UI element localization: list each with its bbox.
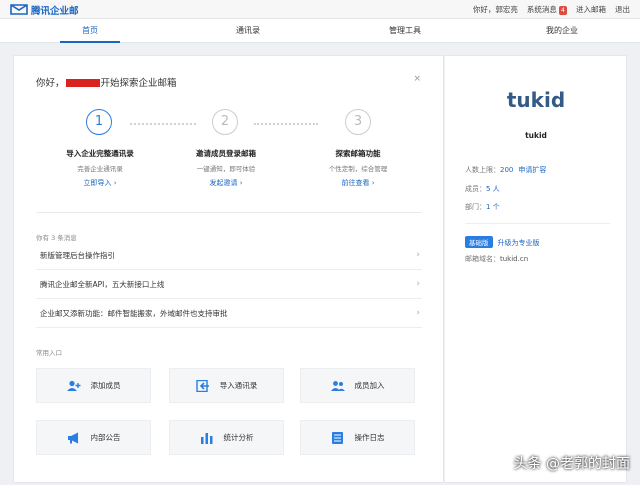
members-value[interactable]: 5 人 <box>486 185 500 193</box>
top-links: 你好，郭宏亮 系统消息 4 进入邮箱 退出 <box>473 4 630 15</box>
divider <box>465 223 610 224</box>
divider <box>36 212 422 213</box>
domain-value: tukid.cn <box>500 255 529 263</box>
member-limit-label: 人数上限： <box>465 166 500 174</box>
statistics-shortcut[interactable]: 统计分析 <box>169 420 284 455</box>
message-text: 企业邮又添新功能：邮件智能搬家，外域邮件也支持审批 <box>40 309 228 318</box>
plan-badge: 基础版 <box>465 236 493 248</box>
departments-value[interactable]: 1 个 <box>486 203 500 211</box>
message-text: 腾讯企业邮全新API，五大新接口上线 <box>40 280 165 289</box>
tab-home[interactable]: 首页 <box>60 19 120 43</box>
tab-my-company[interactable]: 我的企业 <box>532 19 592 43</box>
upgrade-link[interactable]: 升级为专业版 <box>498 239 540 247</box>
import-contacts-shortcut[interactable]: 导入通讯录 <box>169 368 284 403</box>
shortcut-label: 成员加入 <box>354 381 385 390</box>
main-nav: 首页 通讯录 管理工具 我的企业 <box>0 19 640 43</box>
system-messages-label: 系统消息 <box>526 5 557 14</box>
departments-row: 部门：1 个 <box>465 202 500 212</box>
logo-text: 腾讯企业邮 <box>31 5 79 17</box>
import-contacts-icon <box>196 379 209 392</box>
greeting-prefix: 你好， <box>36 78 65 89</box>
step-1-desc: 完善企业通讯录 <box>77 165 123 173</box>
log-list-icon <box>331 431 343 444</box>
shortcut-label: 内部公告 <box>90 433 121 442</box>
envelope-logo-icon <box>10 4 28 15</box>
apply-expansion-link[interactable]: 申请扩容 <box>518 166 546 174</box>
message-item[interactable]: 新版管理后台操作指引 › <box>36 242 422 270</box>
chevron-right-icon: › <box>416 250 420 260</box>
message-item[interactable]: 腾讯企业邮全新API，五大新接口上线 › <box>36 271 422 299</box>
message-text: 新版管理后台操作指引 <box>40 251 115 260</box>
redacted-name <box>65 79 100 87</box>
members-join-shortcut[interactable]: 成员加入 <box>300 368 415 403</box>
user-greeting: 你好，郭宏亮 <box>472 5 518 14</box>
step-1-title: 导入企业完整通讯录 <box>66 149 134 158</box>
step-3-title: 探索邮箱功能 <box>335 149 381 158</box>
shortcut-label: 统计分析 <box>223 433 254 442</box>
step-2-circle: 2 <box>212 109 238 135</box>
operation-log-shortcut[interactable]: 操作日志 <box>300 420 415 455</box>
company-info-panel: tukid tukid 人数上限：200 申请扩容 成员：5 人 部门：1 个 基… <box>445 55 627 483</box>
import-now-link[interactable]: 立即导入 › <box>45 178 155 188</box>
go-view-link[interactable]: 前往查看 › <box>303 178 413 188</box>
system-messages-link[interactable]: 系统消息 4 <box>527 4 567 15</box>
enter-mailbox-link[interactable]: 进入邮箱 <box>576 4 606 15</box>
message-item[interactable]: 企业邮又添新功能：邮件智能搬家，外域邮件也支持审批 › <box>36 300 422 328</box>
members-join-icon <box>330 380 345 391</box>
step-connector <box>254 123 318 125</box>
domain-label: 邮箱域名： <box>465 255 500 263</box>
plan-row: 基础版 升级为专业版 <box>465 236 540 248</box>
megaphone-icon <box>67 432 78 443</box>
logo[interactable]: 腾讯企业邮 <box>10 3 79 17</box>
step-connector <box>130 123 196 125</box>
greeting-suffix: 开始探索企业邮箱 <box>100 78 177 89</box>
company-name: tukid <box>525 131 547 140</box>
add-user-icon <box>66 380 80 391</box>
close-icon[interactable]: × <box>413 74 421 84</box>
messages-count-label: 你有 3 条消息 <box>36 234 77 242</box>
company-logo-text: tukid <box>506 88 566 112</box>
departments-label: 部门： <box>465 203 486 211</box>
welcome-heading: 你好， 开始探索企业邮箱 <box>36 75 177 89</box>
member-limit-row: 人数上限：200 申请扩容 <box>465 165 546 175</box>
send-invite-link[interactable]: 发起邀请 › <box>171 178 281 188</box>
member-limit-value: 200 <box>500 166 514 174</box>
bar-chart-icon <box>200 432 212 444</box>
add-member-shortcut[interactable]: 添加成员 <box>36 368 151 403</box>
system-messages-badge: 4 <box>558 6 567 15</box>
main-panel: 你好， 开始探索企业邮箱 × 1 2 3 导入企业完整通讯录 完善企业通讯录 立即… <box>13 55 444 483</box>
top-bar: 腾讯企业邮 你好，郭宏亮 系统消息 4 进入邮箱 退出 <box>0 0 640 19</box>
chevron-right-icon: › <box>416 279 420 289</box>
domain-row: 邮箱域名：tukid.cn <box>465 254 528 264</box>
logout-link[interactable]: 退出 <box>615 4 630 15</box>
chevron-right-icon: › <box>416 308 420 318</box>
announcements-shortcut[interactable]: 内部公告 <box>36 420 151 455</box>
step-2-title: 邀请成员登录邮箱 <box>196 149 256 158</box>
shortcuts-label: 常用入口 <box>36 349 62 357</box>
step-1-circle: 1 <box>86 109 112 135</box>
step-2-desc: 一键通知，即可体验 <box>196 165 256 173</box>
members-row: 成员：5 人 <box>465 184 500 194</box>
step-3-desc: 个性定制，综合管理 <box>328 165 388 173</box>
step-3-circle: 3 <box>345 109 371 135</box>
shortcut-label: 添加成员 <box>90 381 121 390</box>
members-label: 成员： <box>465 185 486 193</box>
shortcut-label: 导入通讯录 <box>219 381 258 390</box>
tab-management-tools[interactable]: 管理工具 <box>375 19 435 43</box>
shortcut-label: 操作日志 <box>354 433 385 442</box>
tab-contacts[interactable]: 通讯录 <box>218 19 278 43</box>
watermark-text: 头条 @老郭的封面 <box>513 456 630 472</box>
